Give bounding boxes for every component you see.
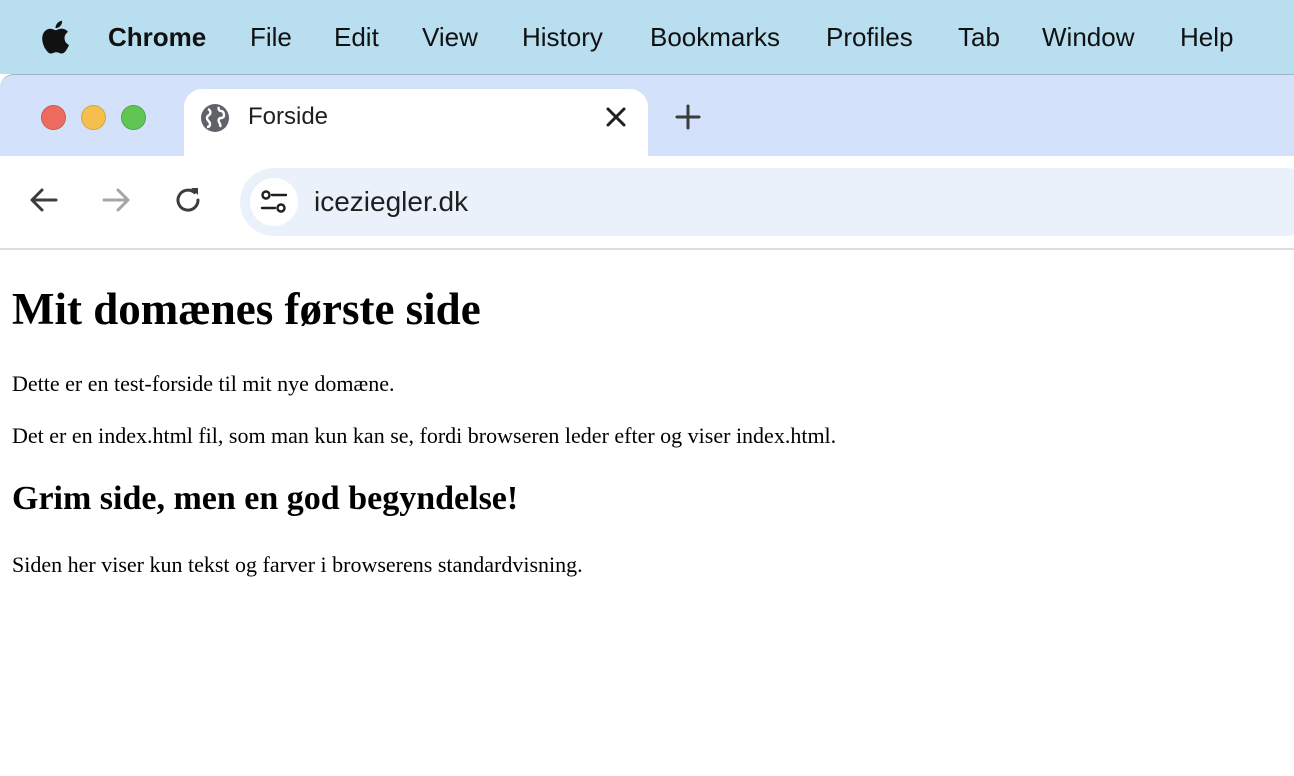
browser-toolbar: iceziegler.dk <box>0 156 1294 250</box>
site-info-button[interactable] <box>250 178 298 226</box>
menu-view[interactable]: View <box>422 0 478 74</box>
menu-edit[interactable]: Edit <box>334 0 379 74</box>
tab-strip: Forside <box>0 74 1294 157</box>
menu-tab[interactable]: Tab <box>958 0 1000 74</box>
menu-app-name[interactable]: Chrome <box>108 0 206 74</box>
menu-window[interactable]: Window <box>1042 0 1134 74</box>
tab-title: Forside <box>248 103 329 130</box>
paragraph-default-view: Siden her viser kun tekst og farver i br… <box>12 552 583 577</box>
url-text[interactable]: iceziegler.dk <box>314 168 468 236</box>
menu-bar: Chrome File Edit View History Bookmarks … <box>0 0 1294 74</box>
back-arrow-icon[interactable] <box>28 184 60 216</box>
close-window-button[interactable] <box>41 105 66 130</box>
close-icon[interactable] <box>604 105 628 129</box>
menu-profiles[interactable]: Profiles <box>826 0 913 74</box>
globe-icon <box>201 104 229 132</box>
reload-icon[interactable] <box>172 184 204 216</box>
paragraph-index-info: Det er en index.html fil, som man kun ka… <box>12 423 837 448</box>
address-bar[interactable]: iceziegler.dk <box>240 168 1294 236</box>
menu-help[interactable]: Help <box>1180 0 1233 74</box>
new-tab-plus-icon[interactable] <box>674 103 702 131</box>
menu-file[interactable]: File <box>250 0 292 74</box>
menu-bookmarks[interactable]: Bookmarks <box>650 0 780 74</box>
zoom-window-button[interactable] <box>121 105 146 130</box>
paragraph-intro: Dette er en test-forside til mit nye dom… <box>12 371 395 396</box>
tab-active[interactable]: Forside <box>184 89 648 157</box>
tune-icon <box>260 190 288 213</box>
page-heading: Mit domænes første side <box>12 284 481 334</box>
minimize-window-button[interactable] <box>81 105 106 130</box>
forward-arrow-icon[interactable] <box>100 184 132 216</box>
menu-history[interactable]: History <box>522 0 603 74</box>
apple-logo-icon[interactable] <box>38 20 70 54</box>
page-subheading: Grim side, men en god begyndelse! <box>12 480 519 517</box>
